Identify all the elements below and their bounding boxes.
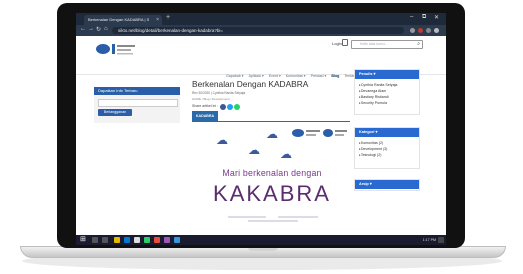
user-icon[interactable] <box>342 39 348 46</box>
file-explorer-icon[interactable] <box>114 237 120 243</box>
share-row: Share artikel ini : <box>192 104 352 111</box>
hero-brand: KAKABRA <box>213 181 331 206</box>
tab-underline <box>192 121 350 122</box>
cloud-icon: ☁ <box>280 147 292 161</box>
browser-tab[interactable]: Berkenalan Dengan KADABRA | S × <box>84 15 162 25</box>
star-icon[interactable] <box>410 28 415 33</box>
browser-tab-bar: Berkenalan Dengan KADABRA | S × + – ⧉ ✕ <box>76 13 446 25</box>
home-icon[interactable]: ⌂ <box>104 26 108 32</box>
article-header: Berkenalan Dengan KADABRA Rev 30/2020 | … <box>192 79 352 122</box>
minimize-button[interactable]: – <box>410 14 413 20</box>
decorative-lines <box>228 216 318 222</box>
cloud-icon: ☁ <box>266 127 278 141</box>
url-bar[interactable]: sikto.net/blog/detail/berkenalan-dengan-… <box>112 27 404 34</box>
nav-prestasi[interactable]: Prestasi ▾ <box>311 74 327 78</box>
subscribe-button[interactable]: Berlangganan <box>98 109 132 116</box>
kategori-title[interactable]: Kategori ▾ <box>355 128 419 137</box>
tab-close-icon[interactable]: × <box>156 15 159 25</box>
profile-icon[interactable] <box>426 28 431 33</box>
app-icon[interactable] <box>164 237 170 243</box>
tab-kadabra[interactable]: KADABRA <box>192 111 218 121</box>
nav-komunitas[interactable]: Komunitas ▾ <box>286 74 306 78</box>
cloud-icon: ☁ <box>248 143 260 157</box>
browser-tab-title: Berkenalan Dengan KADABRA | S <box>88 17 150 22</box>
search-placeholder: Ketik kata kunci... <box>360 42 388 46</box>
article-meta: Rev 30/2020 | Cynthia Ranita Setyaja <box>192 91 246 95</box>
penulis-item[interactable]: Secority Pumula <box>355 100 419 106</box>
app-icon[interactable] <box>174 237 180 243</box>
login-link[interactable]: Login <box>332 41 342 46</box>
back-arrow-icon[interactable]: ← <box>80 26 86 32</box>
new-tab-button[interactable]: + <box>166 14 170 21</box>
extension-icon[interactable] <box>418 28 423 33</box>
reload-icon[interactable]: ↻ <box>96 26 101 33</box>
nav-blog[interactable]: Blog <box>331 74 339 78</box>
hero-tagline: Mari berkenalan dengan <box>222 168 322 178</box>
menu-icon[interactable] <box>434 28 439 33</box>
nav-event[interactable]: Event ▾ <box>269 74 281 78</box>
app-icon[interactable] <box>144 237 150 243</box>
close-window-button[interactable]: ✕ <box>434 14 439 21</box>
subscribe-title: Dapatkan Info Terbaru <box>94 87 180 95</box>
article-title: Berkenalan Dengan KADABRA <box>192 79 309 89</box>
penulis-title[interactable]: Penulis ▾ <box>355 70 419 79</box>
subscribe-widget: Dapatkan Info Terbaru Berlangganan <box>94 87 180 123</box>
site-logo[interactable] <box>96 42 138 56</box>
nav-gapabab[interactable]: Gapabab ▾ <box>226 74 244 78</box>
cloud-icon: ☁ <box>216 133 228 147</box>
windows-start-icon[interactable]: ⊞ <box>80 236 86 244</box>
site-search[interactable]: Ketik kata kunci... ⌕ <box>351 40 423 49</box>
facebook-icon[interactable] <box>220 104 226 110</box>
article-hero-image: ☁ ☁ ☁ ☁ Mari berkenalan dengan KAKABRA <box>192 125 352 245</box>
arsip-widget: Arsip ▾ <box>354 179 420 191</box>
twitter-icon[interactable] <box>227 104 233 110</box>
app-icon[interactable] <box>154 237 160 243</box>
partner-logos <box>292 129 347 137</box>
taskbar-clock[interactable]: 1:17 PM <box>423 235 436 245</box>
kategori-widget: Kategori ▾ Komunitas (2) Development (3)… <box>354 127 420 169</box>
nav-aplikasi[interactable]: Aplikasi ▾ <box>249 74 264 78</box>
arsip-title[interactable]: Arsip ▾ <box>355 180 419 189</box>
notifications-icon[interactable] <box>438 237 444 243</box>
kategori-item[interactable]: Teknologi (2) <box>355 152 419 158</box>
search-taskbar-icon[interactable] <box>92 237 98 243</box>
store-icon[interactable] <box>124 237 130 243</box>
browser-toolbar: ← → ↻ ⌂ sikto.net/blog/detail/berkenalan… <box>76 25 446 36</box>
forward-arrow-icon[interactable]: → <box>88 26 94 32</box>
search-icon[interactable]: ⌕ <box>417 41 420 48</box>
penulis-widget: Penulis ▾ Cynthia Ranita Setyaja Devaneg… <box>354 69 420 115</box>
breadcrumb: HOME / Blog / Development <box>192 97 230 101</box>
chrome-icon[interactable] <box>134 237 140 243</box>
windows-taskbar: ⊞ 1:17 PM <box>76 235 446 245</box>
whatsapp-icon[interactable] <box>234 104 240 110</box>
share-label: Share artikel ini : <box>192 104 219 108</box>
subscribe-email-input[interactable] <box>98 99 178 107</box>
laptop-screen: Berkenalan Dengan KADABRA | S × + – ⧉ ✕ … <box>76 13 446 245</box>
task-view-icon[interactable] <box>102 237 108 243</box>
maximize-button[interactable]: ⧉ <box>422 14 426 21</box>
